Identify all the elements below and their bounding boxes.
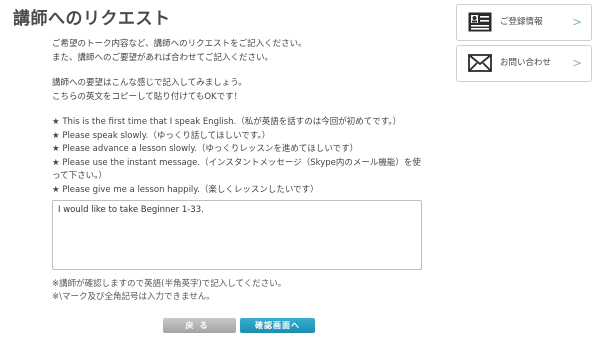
input-notes: ※講師が確認しますので英語(半角英字)で記入してください。 ※\マーク及び全角記…: [52, 278, 286, 304]
phrase-item: ★ Please use the instant message.（インスタント…: [52, 157, 421, 168]
example-line-2: こちらの英文をコピーして貼り付けてもOKです！: [52, 91, 243, 102]
envelope-icon: [468, 54, 492, 72]
phrase-item: ★ Please give me a lesson happily.（楽しくレッ…: [52, 184, 319, 195]
registration-info-button[interactable]: ご登録情報 >: [456, 4, 592, 41]
back-button[interactable]: 戻る: [163, 318, 236, 333]
example-phrases: ★ This is the first time that I speak En…: [52, 116, 432, 197]
phrase-item: ★ Please speak slowly.（ゆっくり話してほしいです。）: [52, 130, 271, 141]
example-text: 講師への要望はこんな感じで記入してみましょう。 こちらの英文をコピーして貼り付け…: [52, 77, 432, 104]
intro-line-1: ご希望のトーク内容など、講師へのリクエストをご記入ください。: [52, 39, 307, 49]
contact-label: お問い合わせ: [500, 58, 552, 68]
phrase-item: ★ Please advance a lesson slowly.（ゆっくりレッ…: [52, 144, 359, 154]
note-line-1: ※講師が確認しますので英語(半角英字)で記入してください。: [52, 279, 287, 289]
page-title: 講師へのリクエスト: [13, 9, 171, 29]
request-textarea[interactable]: I would like to take Beginner 1-33.: [52, 200, 422, 270]
contact-button[interactable]: お問い合わせ >: [456, 45, 592, 82]
intro-line-2: また、講師へのご要望があれば合わせてご記入ください。: [52, 52, 274, 63]
intro-text: ご希望のトーク内容など、講師へのリクエストをご記入ください。 また、講師へのご要…: [52, 38, 432, 65]
profile-card-icon: [468, 12, 492, 32]
chevron-right-icon: >: [571, 56, 582, 70]
confirm-button[interactable]: 確認画面へ: [240, 318, 315, 333]
example-line-1: 講師への要望はこんな感じで記入してみましょう。: [52, 78, 247, 88]
phrase-item: ★ This is the first time that I speak En…: [52, 117, 402, 127]
note-line-2: ※\マーク及び全角記号は入力できません。: [52, 292, 215, 302]
chevron-right-icon: >: [571, 15, 582, 29]
registration-info-label: ご登録情報: [500, 17, 543, 27]
phrase-item-continuation: って下さい。）: [52, 171, 107, 181]
instructions: ご希望のトーク内容など、講師へのリクエストをご記入ください。 また、講師へのご要…: [52, 38, 432, 197]
